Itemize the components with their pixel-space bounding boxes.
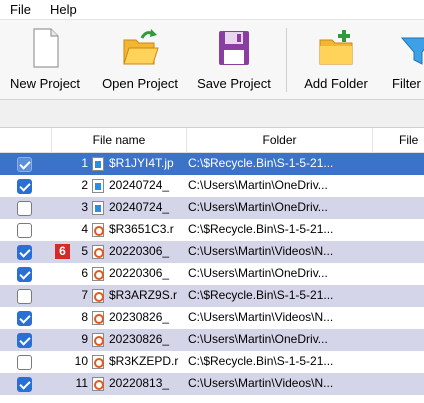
menu-bar: File Help [0, 0, 424, 20]
folder-cell: C:\Users\Martin\OneDriv... [188, 200, 328, 214]
add-folder-button[interactable]: Add Folder [296, 20, 376, 100]
folder-cell: C:\Users\Martin\Videos\N... [188, 310, 334, 324]
table-row[interactable]: 9 20230826_ C:\Users\Martin\OneDriv... [0, 329, 424, 351]
video-file-icon [92, 311, 104, 325]
row-checkbox[interactable] [17, 355, 32, 370]
file-name-cell: 20240724_ [109, 178, 170, 192]
folder-cell: C:\Users\Martin\OneDriv... [188, 332, 328, 346]
filter-label: Filter [392, 76, 421, 91]
file-name-cell: 20220306_ [109, 244, 170, 258]
table-row[interactable]: 6 20220306_ C:\Users\Martin\OneDriv... [0, 263, 424, 285]
checkbox-column-header[interactable] [0, 128, 52, 153]
image-file-icon [92, 157, 104, 171]
row-number: 6 [81, 266, 88, 280]
folder-cell: C:\$Recycle.Bin\S-1-5-21... [188, 222, 334, 236]
table-row[interactable]: 1 $R1JYI4T.jp C:\$Recycle.Bin\S-1-5-21... [0, 153, 424, 175]
row-checkbox[interactable] [17, 377, 32, 392]
new-project-button[interactable]: New Project [2, 20, 88, 100]
folder-cell: C:\$Recycle.Bin\S-1-5-21... [188, 288, 334, 302]
save-project-label: Save Project [197, 76, 271, 91]
row-checkbox[interactable] [17, 245, 32, 260]
save-project-button[interactable]: Save Project [190, 20, 278, 100]
add-folder-icon [319, 30, 353, 65]
floppy-disk-icon [219, 31, 249, 65]
row-number: 4 [81, 222, 88, 236]
table-row[interactable]: 11 20220813_ C:\Users\Martin\Videos\N... [0, 373, 424, 395]
folder-cell: C:\Users\Martin\Videos\N... [188, 376, 334, 390]
file-name-cell: 20220813_ [109, 376, 170, 390]
file-name-cell: 20220306_ [109, 266, 170, 280]
row-checkbox[interactable] [17, 333, 32, 348]
row-number: 1 [81, 156, 88, 170]
toolbar: New Project Open Project Save Project Ad… [0, 20, 424, 100]
row-checkbox[interactable] [17, 311, 32, 326]
folder-cell: C:\$Recycle.Bin\S-1-5-21... [188, 156, 334, 170]
video-file-icon [92, 377, 104, 391]
menu-help[interactable]: Help [46, 2, 81, 17]
folder-cell: C:\Users\Martin\Videos\N... [188, 244, 334, 258]
file-name-cell: $R3651C3.r [109, 222, 174, 236]
folder-cell: C:\Users\Martin\OneDriv... [188, 266, 328, 280]
video-file-icon [92, 333, 104, 347]
video-file-icon [92, 223, 104, 237]
row-number: 3 [81, 200, 88, 214]
row-number: 11 [75, 376, 88, 390]
row-checkbox[interactable] [17, 289, 32, 304]
row-checkbox[interactable] [17, 267, 32, 282]
file-name-cell: $R3KZEPD.r [109, 354, 179, 368]
new-project-label: New Project [9, 76, 81, 91]
menu-file[interactable]: File [6, 2, 35, 17]
filter-icon [400, 37, 424, 65]
file-name-cell: $R3ARZ9S.r [109, 288, 178, 302]
row-number: 5 [81, 244, 88, 258]
row-checkbox[interactable] [17, 157, 32, 172]
file-name-cell: 20230826_ [109, 310, 170, 324]
file-name-cell: $R1JYI4T.jp [109, 156, 174, 170]
file-column-header[interactable]: File [373, 128, 424, 153]
table-row[interactable]: 2 20240724_ C:\Users\Martin\OneDriv... [0, 175, 424, 197]
video-file-icon [92, 355, 104, 369]
row-number: 10 [74, 354, 88, 368]
table-row[interactable]: 6 5 20220306_ C:\Users\Martin\Videos\N... [0, 241, 424, 263]
table-row[interactable]: 3 20240724_ C:\Users\Martin\OneDriv... [0, 197, 424, 219]
video-file-icon [92, 289, 104, 303]
row-checkbox[interactable] [17, 201, 32, 216]
table-row[interactable]: 8 20230826_ C:\Users\Martin\Videos\N... [0, 307, 424, 329]
table-header: File name Folder File [0, 128, 424, 153]
row-checkbox[interactable] [17, 179, 32, 194]
folder-cell: C:\$Recycle.Bin\S-1-5-21... [188, 354, 334, 368]
row-number: 7 [81, 288, 88, 302]
open-project-label: Open Project [102, 76, 178, 91]
table-row[interactable]: 4 $R3651C3.r C:\$Recycle.Bin\S-1-5-21... [0, 219, 424, 241]
video-file-icon [92, 245, 104, 259]
row-number: 8 [81, 310, 88, 324]
filter-button[interactable]: Filter [384, 20, 424, 100]
file-name-cell: 20240724_ [109, 200, 170, 214]
toolbar-separator [286, 28, 287, 92]
video-file-icon [92, 267, 104, 281]
open-folder-icon [123, 29, 159, 65]
image-file-icon [92, 201, 104, 215]
row-number: 9 [81, 332, 88, 346]
open-project-button[interactable]: Open Project [94, 20, 186, 100]
row-checkbox[interactable] [17, 223, 32, 238]
folder-cell: C:\Users\Martin\OneDriv... [188, 178, 328, 192]
new-document-icon [33, 28, 59, 68]
file-name-column-header[interactable]: File name [52, 128, 187, 153]
image-file-icon [92, 179, 104, 193]
folder-column-header[interactable]: Folder [187, 128, 373, 153]
filter-bar [0, 100, 424, 128]
file-name-cell: 20230826_ [109, 332, 170, 346]
table-row[interactable]: 7 $R3ARZ9S.r C:\$Recycle.Bin\S-1-5-21... [0, 285, 424, 307]
file-list: 1 $R1JYI4T.jp C:\$Recycle.Bin\S-1-5-21... 2… [0, 153, 424, 395]
row-number: 2 [81, 178, 88, 192]
table-row[interactable]: 10 $R3KZEPD.r C:\$Recycle.Bin\S-1-5-21... [0, 351, 424, 373]
add-folder-label: Add Folder [304, 76, 368, 91]
